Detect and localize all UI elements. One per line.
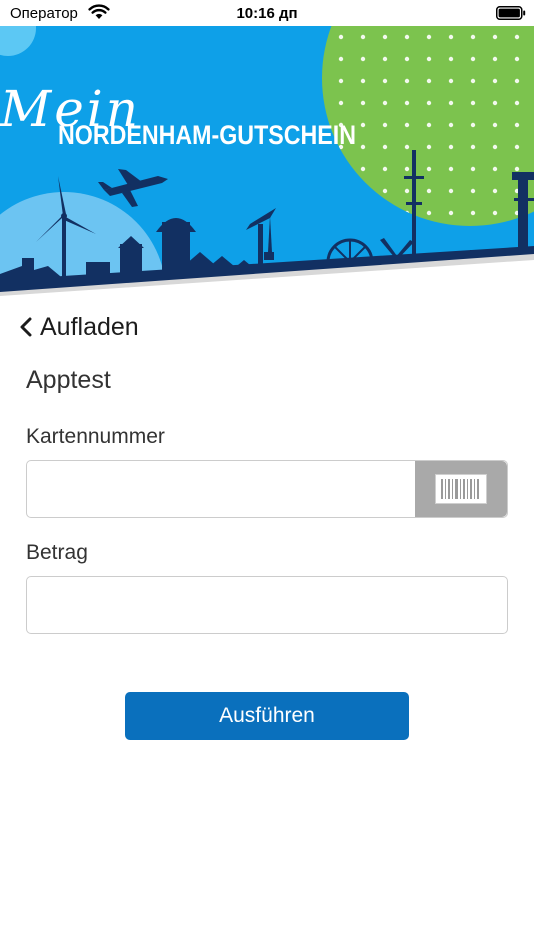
chevron-left-icon	[20, 317, 32, 337]
back-label: Aufladen	[40, 312, 139, 341]
scan-barcode-button[interactable]	[415, 461, 507, 517]
amount-input[interactable]	[27, 577, 507, 633]
battery-icon	[496, 6, 526, 20]
banner-title: NORDENHAM-GUTSCHEIN	[58, 120, 356, 150]
page-title: Apptest	[26, 366, 111, 394]
header-banner: Mein NORDENHAM-GUTSCHEIN	[0, 26, 534, 300]
status-time: 10:16 дп	[236, 5, 298, 22]
back-button[interactable]: Aufladen	[18, 310, 139, 344]
card-number-field	[26, 460, 508, 518]
status-bar: Оператор 10:16 дп	[0, 0, 534, 26]
card-number-input[interactable]	[27, 461, 415, 517]
submit-button[interactable]: Ausführen	[125, 692, 409, 740]
amount-field	[26, 576, 508, 634]
banner-artwork	[0, 26, 534, 300]
card-number-label: Kartennummer	[26, 425, 165, 448]
amount-label: Betrag	[26, 541, 88, 564]
barcode-icon	[435, 474, 487, 504]
